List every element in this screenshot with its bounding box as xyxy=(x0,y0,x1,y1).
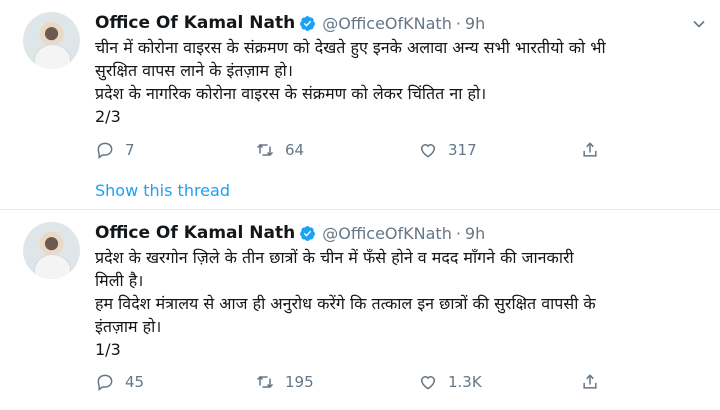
like-count: 1.3K xyxy=(448,373,482,391)
author-handle[interactable]: @OfficeOfKNath xyxy=(322,224,452,243)
tweet[interactable]: Office Of Kamal Nath @OfficeOfKNath · 9h… xyxy=(0,0,720,209)
reply-count: 7 xyxy=(125,141,135,159)
reply-icon xyxy=(97,142,113,159)
timestamp[interactable]: 9h xyxy=(465,14,485,33)
tweet-line: प्रदेश के नागरिक कोरोना वाइरस के संक्रमण… xyxy=(95,84,487,103)
reply-button[interactable]: 45 xyxy=(95,372,144,392)
tweet[interactable]: Office Of Kamal Nath @OfficeOfKNath · 9h… xyxy=(0,209,720,410)
tweet-line: सुरक्षित वापस लाने के इंतज़ाम हो। xyxy=(95,61,293,80)
share-button[interactable] xyxy=(580,372,610,392)
show-thread-link[interactable]: Show this thread xyxy=(95,181,230,200)
verified-icon xyxy=(300,15,316,31)
tweet-line: 2/3 xyxy=(95,107,121,126)
separator-dot: · xyxy=(455,223,461,243)
retweet-icon xyxy=(256,143,274,157)
tweet-header: Office Of Kamal Nath @OfficeOfKNath · 9h xyxy=(95,222,485,244)
tweet-line: प्रदेश के खरगोन ज़िले के तीन छात्रों के … xyxy=(95,248,574,267)
author-handle[interactable]: @OfficeOfKNath xyxy=(322,14,452,33)
avatar[interactable] xyxy=(23,222,80,279)
tweet-line: चीन में कोरोना वाइरस के संक्रमण को देखते… xyxy=(95,38,606,57)
retweet-button[interactable]: 64 xyxy=(255,140,304,160)
reply-count: 45 xyxy=(125,373,145,391)
like-button[interactable]: 1.3K xyxy=(418,372,482,392)
like-icon xyxy=(420,144,436,158)
chevron-down-icon[interactable] xyxy=(692,17,706,31)
author-name[interactable]: Office Of Kamal Nath xyxy=(95,13,295,33)
retweet-count: 195 xyxy=(285,373,314,391)
tweet-line: इंतज़ाम हो। xyxy=(95,317,162,336)
reply-button[interactable]: 7 xyxy=(95,140,135,160)
retweet-button[interactable]: 195 xyxy=(255,372,314,392)
tweet-line: 1/3 xyxy=(95,340,121,359)
tweet-actions: 7 64 317 xyxy=(95,140,605,162)
tweet-text: चीन में कोरोना वाइरस के संक्रमण को देखते… xyxy=(95,36,695,128)
tweet-line: मिली है। xyxy=(95,271,144,290)
reply-icon xyxy=(97,374,113,391)
share-icon xyxy=(583,142,597,157)
like-button[interactable]: 317 xyxy=(418,140,477,160)
tweet-header: Office Of Kamal Nath @OfficeOfKNath · 9h xyxy=(95,12,485,34)
avatar[interactable] xyxy=(23,12,80,69)
tweet-text: प्रदेश के खरगोन ज़िले के तीन छात्रों के … xyxy=(95,246,695,361)
tweet-line: हम विदेश मंत्रालय से आज ही अनुरोध करेंगे… xyxy=(95,294,596,313)
timestamp[interactable]: 9h xyxy=(465,224,485,243)
author-name[interactable]: Office Of Kamal Nath xyxy=(95,223,295,243)
verified-icon xyxy=(300,225,316,241)
retweet-icon xyxy=(256,375,274,389)
like-icon xyxy=(420,376,436,390)
like-count: 317 xyxy=(448,141,477,159)
retweet-count: 64 xyxy=(285,141,305,159)
share-button[interactable] xyxy=(580,140,610,160)
separator-dot: · xyxy=(455,13,461,33)
tweet-actions: 45 195 1.3K xyxy=(95,372,605,394)
share-icon xyxy=(583,374,597,389)
